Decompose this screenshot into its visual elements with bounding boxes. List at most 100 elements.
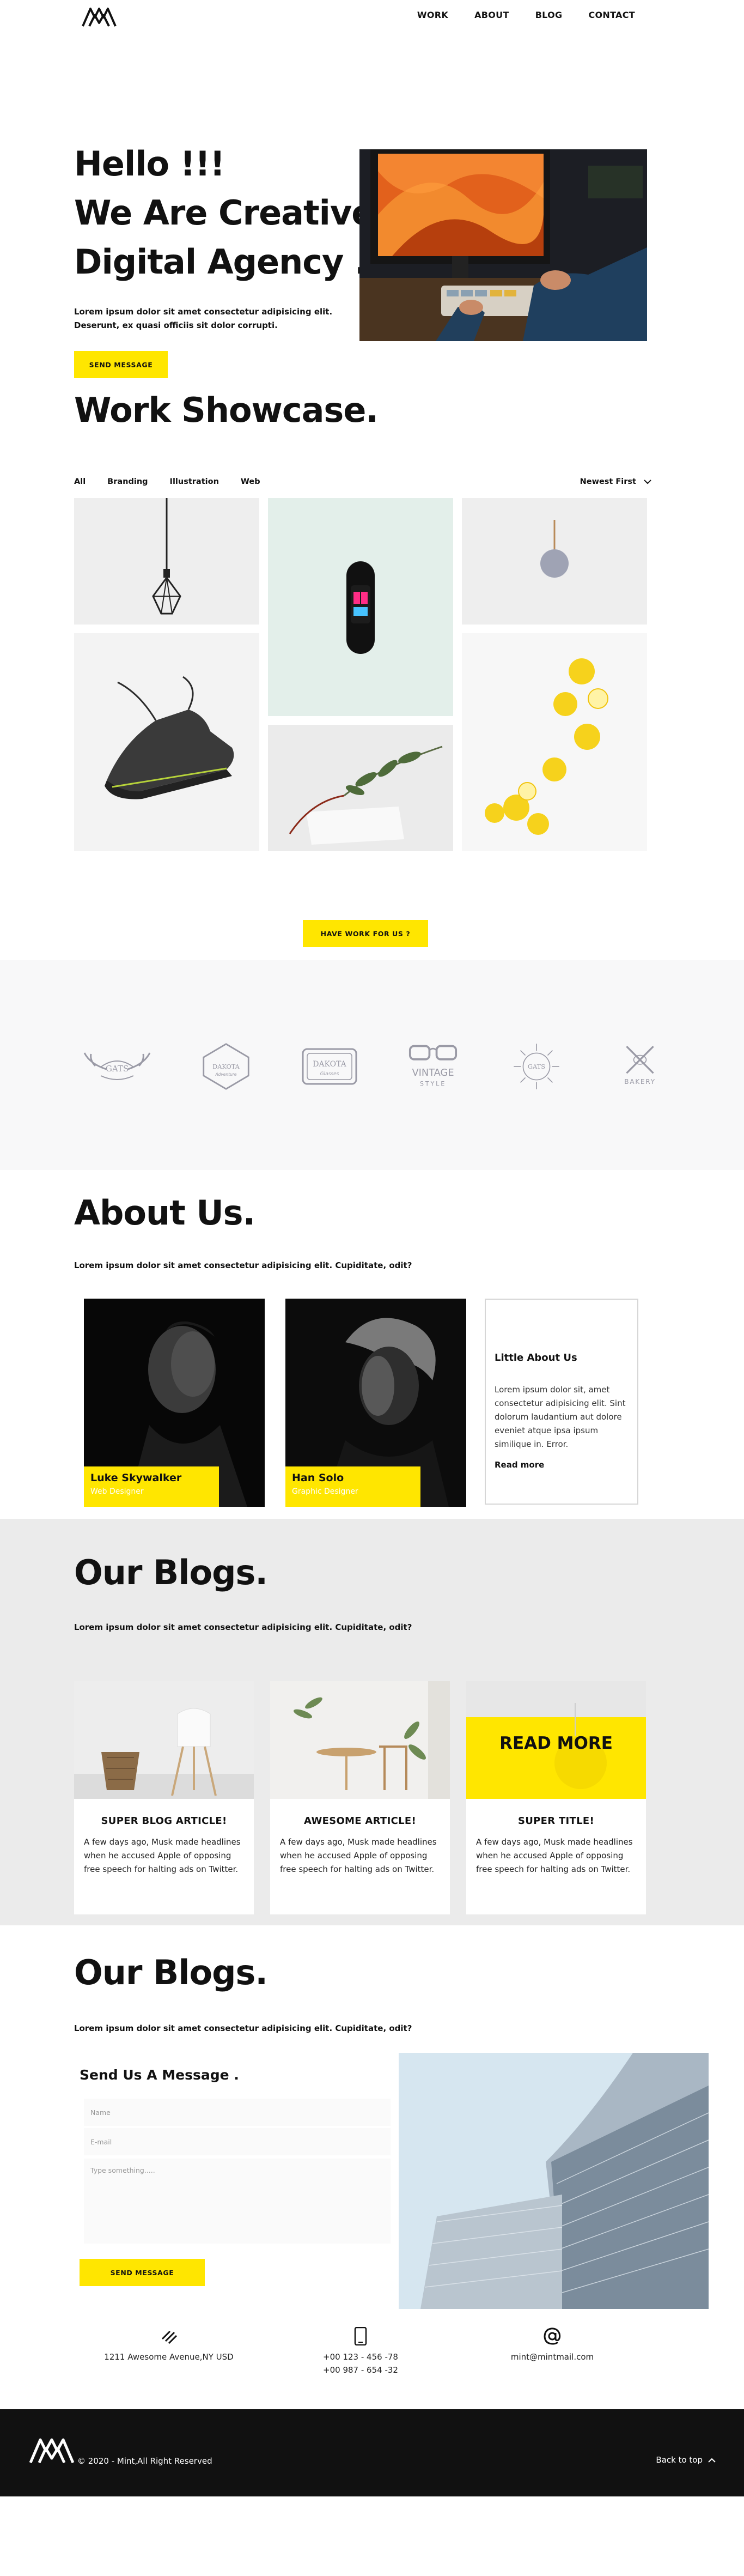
team-member-name: Han Solo [292,1472,344,1484]
client-logo-vintage-style: VINTAGE STYLE [398,1042,468,1091]
portfolio-item-speaker[interactable] [462,498,647,625]
blog-excerpt: A few days ago, Musk made headlines when… [280,1837,437,1874]
about-subtitle: Lorem ipsum dolor sit amet consectetur a… [74,1260,412,1270]
client-name: GATS [528,1063,545,1070]
client-sub: STYLE [420,1081,446,1088]
nav-link-contact[interactable]: CONTACT [588,10,635,20]
hero-title-line: Digital Agency . [74,242,368,282]
location-stripes-icon [161,2330,178,2344]
team-member-role: Web Designer [90,1487,144,1496]
blog-card[interactable]: READ MORE SUPER TITLE! A few days ago, M… [466,1681,646,1914]
team-member-name: Luke Skywalker [90,1472,182,1484]
client-logo-gats: GATS [76,1042,158,1091]
contact-title: Our Blogs. [74,1953,268,1992]
portfolio-item-fitness-band[interactable] [268,498,453,716]
lemons-illustration [462,633,647,851]
blogs-title: Our Blogs. [74,1553,268,1592]
email-text[interactable]: mint@mintmail.com [481,2350,623,2363]
nav-link-blog[interactable]: BLOG [535,10,563,20]
message-placeholder: Type something..... [90,2166,155,2174]
filter-branding[interactable]: Branding [107,477,148,486]
name-field[interactable]: Name [84,2099,391,2126]
client-name: GATS [106,1064,129,1074]
copyright-text: © 2020 - Mint,All Right Reserved [77,2456,212,2466]
clients-section: GATS DAKOTA Adventure DAKOTA Glasses VIN… [0,960,744,1170]
hero-lead: Lorem ipsum dolor sit amet consectetur a… [74,307,333,330]
nav-link-about[interactable]: ABOUT [474,10,509,20]
client-name: BAKERY [624,1078,656,1086]
have-work-for-us-button[interactable]: HAVE WORK FOR US ? [303,920,428,947]
blog-image [270,1681,450,1799]
site-header: WORK ABOUT BLOG CONTACT [0,0,744,35]
work-filters: All Branding Illustration Web [74,477,282,486]
plant-box-illustration [268,725,453,851]
phone-number-2[interactable]: +00 987 - 654 -32 [290,2363,431,2377]
email-field[interactable]: E-mail [84,2128,391,2155]
hero-title: Hello !!! We Are Creative Digital Agency… [74,140,374,287]
dining-room-illustration [270,1681,450,1799]
nav-link-work[interactable]: WORK [417,10,448,20]
sort-dropdown[interactable]: Newest First [580,477,651,486]
filter-all[interactable]: All [74,477,86,486]
glasses-logo-icon: VINTAGE STYLE [408,1045,458,1088]
blog-card[interactable]: SUPER BLOG ARTICLE! A few days ago, Musk… [74,1681,254,1914]
send-message-submit-button[interactable]: SEND MESSAGE [80,2259,205,2286]
pendant-lamp-illustration [74,498,259,625]
work-showcase-title: Work Showcase. [74,390,379,430]
fitness-band-illustration [268,498,453,716]
sneaker-illustration [74,633,259,851]
hero-title-line: Hello !!! [74,144,225,184]
whisk-logo-icon: BAKERY [624,1046,656,1086]
portfolio-item-lemons[interactable] [462,633,647,851]
client-logo-gats-sun: GATS [501,1042,572,1091]
client-logo-dakota-glasses: DAKOTA Glasses [300,1042,359,1091]
back-to-top-link[interactable]: Back to top [656,2455,716,2465]
phone-number-1[interactable]: +00 123 - 456 -78 [290,2350,431,2363]
client-sub: Glasses [320,1071,339,1077]
filter-illustration[interactable]: Illustration [170,477,219,486]
about-section: About Us. Lorem ipsum dolor sit amet con… [0,1170,744,1519]
frame-logo-icon: DAKOTA Glasses [302,1048,357,1085]
blog-title: SUPER BLOG ARTICLE! [101,1815,227,1827]
blog-excerpt: A few days ago, Musk made headlines when… [84,1837,241,1874]
team-member-role: Graphic Designer [292,1487,358,1496]
brand-logo-icon[interactable] [81,5,118,28]
desk-computer-illustration [359,149,647,341]
about-title: About Us. [74,1193,255,1233]
read-more-link[interactable]: Read more [495,1460,629,1470]
portfolio-item-sneaker[interactable] [74,633,259,851]
portfolio-item-lamp[interactable] [74,498,259,625]
chair-basket-illustration [74,1681,254,1799]
badge-logo-icon: DAKOTA Adventure [203,1043,249,1090]
team-member-card[interactable]: Luke Skywalker Web Designer [84,1299,265,1507]
client-name: DAKOTA [212,1063,240,1070]
contact-section: Our Blogs. Lorem ipsum dolor sit amet co… [0,1925,744,2309]
at-sign-icon [544,2328,561,2345]
read-more-overlay[interactable]: READ MORE [466,1734,646,1753]
form-title: Send Us A Message . [80,2067,239,2083]
blog-title: SUPER TITLE! [517,1815,595,1827]
contact-subtitle: Lorem ipsum dolor sit amet consectetur a… [74,2023,412,2033]
client-name: VINTAGE [412,1067,454,1078]
hero-image [359,149,647,341]
building-illustration [399,2053,709,2309]
portfolio-item-plant[interactable] [268,725,453,851]
phone-icon [354,2327,367,2345]
team-member-card[interactable]: Han Solo Graphic Designer [285,1299,466,1507]
message-textarea[interactable]: Type something..... [84,2159,391,2244]
little-about-title: Little About Us [495,1352,577,1363]
blog-card[interactable]: AWESOME ARTICLE! A few days ago, Musk ma… [270,1681,450,1914]
client-logo-dakota-adventure: DAKOTA Adventure [196,1042,256,1091]
team-member-tag: Luke Skywalker Web Designer [84,1466,219,1507]
blog-title: AWESOME ARTICLE! [304,1815,416,1827]
little-about-text: Lorem ipsum dolor sit, amet consectetur … [495,1385,626,1449]
chevron-up-icon [708,2458,716,2463]
blog-excerpt: A few days ago, Musk made headlines when… [476,1837,633,1874]
blog-image: READ MORE [466,1681,646,1799]
filter-web[interactable]: Web [241,477,260,486]
team-member-tag: Han Solo Graphic Designer [285,1466,420,1507]
building-image [399,2053,709,2309]
footer-logo-icon[interactable] [28,2435,75,2465]
sunburst-logo-icon: GATS [514,1044,559,1089]
client-name: DAKOTA [313,1060,346,1069]
